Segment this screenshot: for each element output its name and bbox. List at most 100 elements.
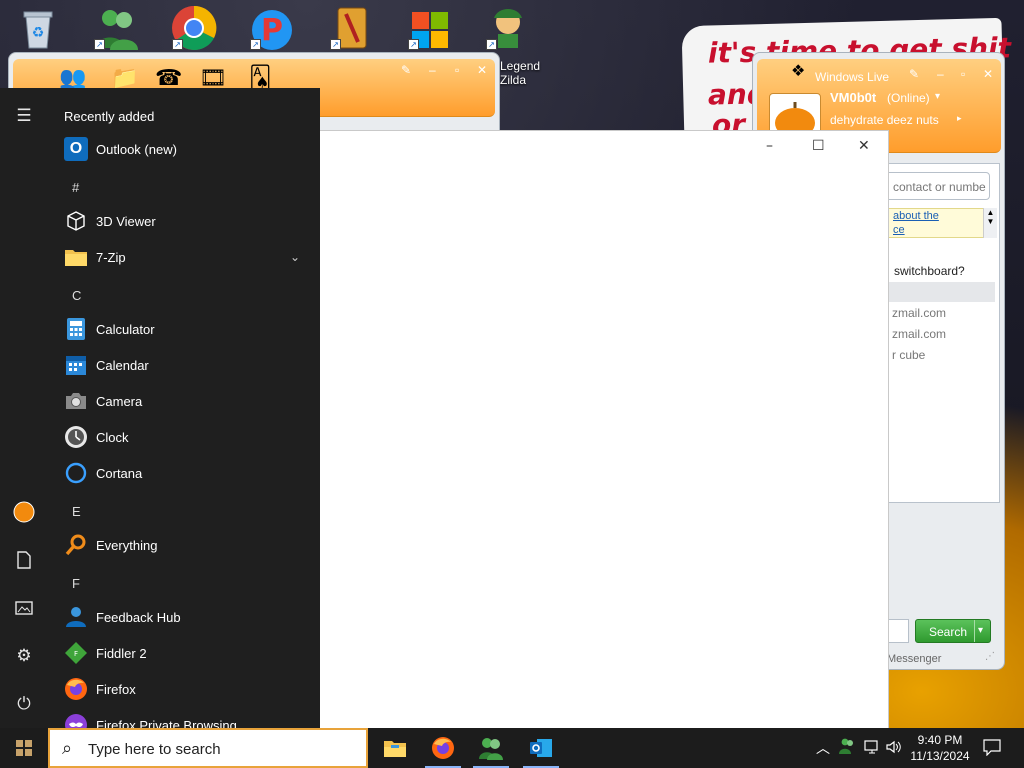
taskbar-outlook[interactable] <box>517 728 565 768</box>
windows-logo-icon[interactable]: ↗ <box>406 4 454 52</box>
app-item-outlook[interactable]: O Outlook (new) <box>48 131 320 167</box>
minimize-button[interactable]: – <box>766 138 773 154</box>
minimize-button[interactable]: – <box>429 63 436 77</box>
search-button[interactable]: Search ▾ <box>915 619 991 643</box>
status-chevron-icon[interactable]: ▾ <box>935 91 940 102</box>
firefox-icon <box>64 677 88 701</box>
chevron-up-icon[interactable]: ︿ <box>816 738 830 758</box>
resize-grip-icon[interactable]: ⋰ <box>985 651 995 662</box>
camera-icon <box>64 389 88 413</box>
chevron-down-icon[interactable]: ▾ <box>978 625 983 636</box>
taskbar-firefox[interactable] <box>419 728 467 768</box>
app-item-fiddler[interactable]: F Fiddler 2 <box>48 635 320 671</box>
taskbar-file-explorer[interactable] <box>371 728 419 768</box>
messenger-title: Windows Live <box>815 70 890 84</box>
app-label: Camera <box>96 393 143 409</box>
user-avatar-icon[interactable] <box>0 490 48 534</box>
chrome-icon[interactable]: ↗ <box>170 4 218 52</box>
news-link[interactable]: ce <box>893 224 905 236</box>
recycle-bin-icon[interactable]: ♻ <box>14 4 62 52</box>
maximize-button[interactable]: ☐ <box>812 138 825 154</box>
documents-icon[interactable] <box>0 538 48 582</box>
personal-message[interactable]: dehydrate deez nuts <box>830 113 939 127</box>
clock-time: 9:40 PM <box>917 733 963 747</box>
clock-date: 11/13/2024 <box>910 749 970 763</box>
pin-icon[interactable]: ✎ <box>909 67 919 81</box>
app-label: 7-Zip <box>96 249 126 265</box>
search-placeholder: Type here to search <box>88 741 221 758</box>
messenger-footer: Messenger <box>887 653 942 665</box>
messenger-tray-icon[interactable] <box>838 737 856 758</box>
app-item-7zip[interactable]: 7-Zip ⌄ <box>48 239 320 275</box>
chevron-down-icon[interactable]: ⌄ <box>290 250 300 264</box>
close-button[interactable]: ✕ <box>983 67 993 81</box>
shortcut-arrow-icon: ↗ <box>408 39 419 50</box>
app-item-firefox-private[interactable]: Firefox Private Browsing <box>48 707 320 728</box>
messenger-icon[interactable]: ↗ <box>92 4 140 52</box>
pictures-icon[interactable] <box>0 586 48 630</box>
shortcut-arrow-icon: ↗ <box>486 39 497 50</box>
blank-window[interactable] <box>320 131 888 728</box>
shortcut-arrow-icon: ↗ <box>94 39 105 50</box>
volume-icon[interactable] <box>886 739 902 758</box>
recently-added-header: Recently added <box>64 109 155 124</box>
letter-header[interactable]: F <box>72 576 80 591</box>
contact-item[interactable]: zmail.com <box>892 306 946 320</box>
display-name[interactable]: VM0b0t <box>830 90 876 105</box>
app-item-clock[interactable]: Clock <box>48 419 320 455</box>
search-icon: ⌕ <box>62 738 73 758</box>
start-menu: ☰ ⚙ ⏻ Recently added O Outlook (new) # 3… <box>0 88 320 728</box>
app-item-feedback-hub[interactable]: Feedback Hub <box>48 599 320 635</box>
app-label: Calendar <box>96 357 149 373</box>
zelda-game-icon[interactable]: ↗ <box>484 4 532 52</box>
taskbar-search-box[interactable]: ⌕ Type here to search <box>48 728 368 768</box>
app-label: Clock <box>96 429 129 445</box>
cube-icon <box>64 209 88 233</box>
app-item-calculator[interactable]: Calculator <box>48 311 320 347</box>
app-item-calendar[interactable]: Calendar <box>48 347 320 383</box>
app-item-firefox[interactable]: Firefox <box>48 671 320 707</box>
system-clock[interactable]: 9:40 PM 11/13/2024 <box>905 732 975 764</box>
app-item-3d-viewer[interactable]: 3D Viewer <box>48 203 320 239</box>
taskbar-messenger[interactable] <box>467 728 515 768</box>
notification-icon[interactable] <box>983 738 1001 759</box>
button-divider <box>974 620 975 642</box>
hamburger-icon[interactable]: ☰ <box>0 94 48 138</box>
app-label: Firefox <box>96 681 136 697</box>
app-item-everything[interactable]: Everything <box>48 527 320 563</box>
letter-header[interactable]: # <box>72 180 79 195</box>
app-item-cortana[interactable]: Cortana <box>48 455 320 491</box>
svg-text:P: P <box>261 13 283 48</box>
outlook-icon: O <box>64 137 88 161</box>
shortcut-arrow-icon: ↗ <box>172 39 183 50</box>
settings-icon[interactable]: ⚙ <box>0 634 48 678</box>
maximize-button[interactable]: ▫ <box>961 67 965 81</box>
windows-logo-icon <box>16 740 32 756</box>
winamp-icon[interactable]: ↗ <box>328 4 376 52</box>
close-button[interactable]: ✕ <box>858 138 870 154</box>
desktop-icon-label: Zilda <box>500 73 527 87</box>
folder-icon <box>64 245 88 269</box>
start-button[interactable] <box>0 728 48 768</box>
maximize-button[interactable]: ▫ <box>455 63 459 77</box>
p-app-icon[interactable]: P ↗ <box>248 4 296 52</box>
outlook-icon <box>530 739 552 757</box>
letter-header[interactable]: C <box>72 288 81 303</box>
feedback-hub-icon <box>64 605 88 629</box>
firefox-private-icon <box>64 713 88 728</box>
contact-item[interactable]: r cube <box>892 348 925 362</box>
news-link[interactable]: about the <box>893 210 939 222</box>
pin-icon[interactable]: ✎ <box>401 63 411 77</box>
letter-header[interactable]: E <box>72 504 81 519</box>
power-icon[interactable]: ⏻ <box>0 682 48 726</box>
network-icon[interactable] <box>864 739 880 758</box>
app-label: Calculator <box>96 321 155 337</box>
news-scrollbar[interactable]: ▲ ▼ <box>983 208 997 238</box>
online-status[interactable]: (Online) <box>887 91 930 105</box>
close-button[interactable]: ✕ <box>477 63 487 77</box>
windows-live-logo-icon: ❖ <box>791 63 806 80</box>
minimize-button[interactable]: – <box>937 67 944 81</box>
message-chevron-icon[interactable]: ▸ <box>957 113 962 124</box>
contact-item[interactable]: zmail.com <box>892 327 946 341</box>
app-item-camera[interactable]: Camera <box>48 383 320 419</box>
